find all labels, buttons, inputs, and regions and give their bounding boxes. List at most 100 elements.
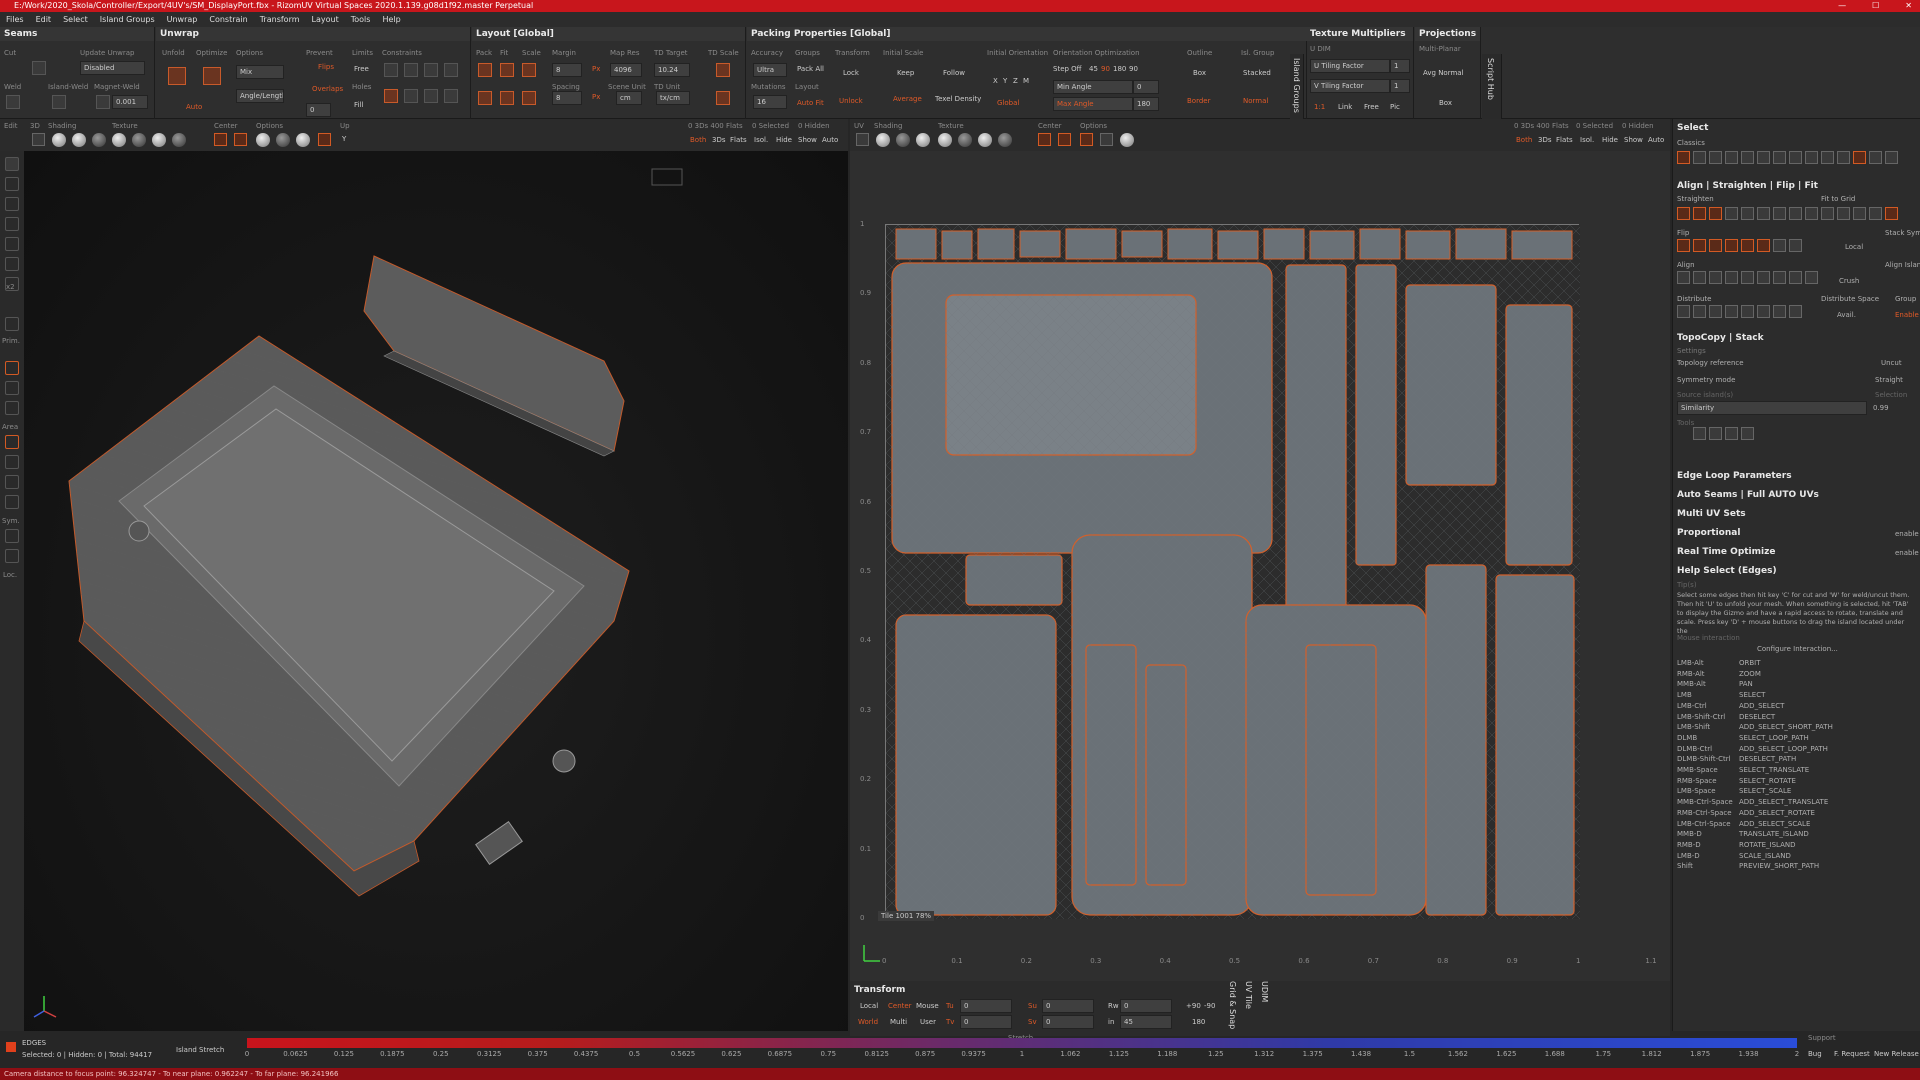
real-time-section-title[interactable]: Real Time Optimize bbox=[1673, 547, 1920, 557]
option-sphere-icon[interactable] bbox=[256, 133, 270, 147]
lock-button[interactable]: Lock bbox=[843, 69, 859, 77]
classics-select-icon[interactable] bbox=[1789, 151, 1802, 164]
in-input[interactable]: 45 bbox=[1120, 1015, 1172, 1029]
straighten-icon[interactable] bbox=[1869, 207, 1882, 220]
classics-select-icon[interactable] bbox=[1773, 151, 1786, 164]
distribute-icon[interactable] bbox=[1757, 305, 1770, 318]
distribute-icon[interactable] bbox=[1741, 305, 1754, 318]
uv-3ds-button[interactable]: 3Ds bbox=[1538, 136, 1552, 144]
straighten-icon[interactable] bbox=[1709, 207, 1722, 220]
material-sphere-icon[interactable] bbox=[152, 133, 166, 147]
center-button[interactable]: Center bbox=[888, 1002, 912, 1010]
align-icon[interactable] bbox=[1773, 271, 1786, 284]
angle-length-select[interactable]: Angle/Length bbox=[236, 89, 284, 103]
classics-select-icon[interactable] bbox=[1693, 151, 1706, 164]
classics-select-icon[interactable] bbox=[1869, 151, 1882, 164]
scene-unit-select[interactable]: cm bbox=[616, 91, 642, 105]
free-button[interactable]: Free bbox=[354, 65, 369, 73]
sv-input[interactable]: 0 bbox=[1042, 1015, 1094, 1029]
min-angle-input[interactable]: 0 bbox=[1133, 80, 1159, 94]
spacing-input[interactable]: 8 bbox=[552, 91, 582, 105]
straighten-icon[interactable] bbox=[1693, 207, 1706, 220]
y-axis-button[interactable]: Y bbox=[1003, 77, 1007, 85]
flip-icon[interactable] bbox=[1709, 239, 1722, 252]
rw-input[interactable]: 0 bbox=[1120, 999, 1172, 1013]
unlock-button[interactable]: Unlock bbox=[839, 97, 863, 105]
diagonal-constraint-icon[interactable] bbox=[424, 63, 438, 77]
unwrap-mode-select[interactable]: Mix bbox=[236, 65, 284, 79]
shading-sphere-icon[interactable] bbox=[52, 133, 66, 147]
align-icon[interactable] bbox=[1709, 271, 1722, 284]
symmetry-icon[interactable] bbox=[5, 529, 19, 543]
select-box-icon[interactable] bbox=[5, 177, 19, 191]
align-icon[interactable] bbox=[1789, 271, 1802, 284]
uv-auto-button[interactable]: Auto bbox=[1648, 136, 1664, 144]
pin-icon[interactable] bbox=[384, 63, 398, 77]
pic-button[interactable]: Pic bbox=[1390, 103, 1400, 111]
select-section-title[interactable]: Select bbox=[1673, 123, 1920, 133]
link-button[interactable]: Link bbox=[1338, 103, 1352, 111]
magnet-weld-input[interactable]: 0.001 bbox=[112, 95, 148, 109]
optimize-icon[interactable] bbox=[203, 67, 221, 85]
menu-edit[interactable]: Edit bbox=[36, 12, 52, 27]
uv-center-pivot-icon[interactable] bbox=[1058, 133, 1071, 146]
symmetry-mode-select[interactable]: Straight bbox=[1875, 376, 1903, 384]
tv-input[interactable]: 0 bbox=[960, 1015, 1012, 1029]
uv-dark-sphere-icon[interactable] bbox=[916, 133, 930, 147]
align-icon[interactable] bbox=[1805, 271, 1818, 284]
grid-snap-tab[interactable]: Grid & Snap bbox=[1228, 981, 1237, 1029]
classics-select-icon[interactable] bbox=[1741, 151, 1754, 164]
checker-sphere-icon[interactable] bbox=[132, 133, 146, 147]
weld-icon[interactable] bbox=[6, 95, 20, 109]
outline-box-button[interactable]: Box bbox=[1193, 69, 1206, 77]
flip-icon[interactable] bbox=[1773, 239, 1786, 252]
follow-button[interactable]: Follow bbox=[943, 69, 965, 77]
local-select[interactable]: Local bbox=[1845, 243, 1863, 251]
uv-rotate-icon[interactable] bbox=[1080, 133, 1093, 146]
uv-hide-button[interactable]: Hide bbox=[1602, 136, 1618, 144]
user-button[interactable]: User bbox=[920, 1018, 936, 1026]
flip-icon[interactable] bbox=[1725, 239, 1738, 252]
keep-button[interactable]: Keep bbox=[897, 69, 914, 77]
straighten-icon[interactable] bbox=[1757, 207, 1770, 220]
classics-select-icon[interactable] bbox=[1757, 151, 1770, 164]
horizontal-constraint-icon[interactable] bbox=[404, 63, 418, 77]
maximize-icon[interactable]: ☐ bbox=[1872, 0, 1879, 12]
up-axis-select[interactable]: Y bbox=[342, 135, 346, 143]
distribute-icon[interactable] bbox=[1773, 305, 1786, 318]
flip-icon[interactable] bbox=[1677, 239, 1690, 252]
straighten-icon[interactable] bbox=[1805, 207, 1818, 220]
map-res-input[interactable]: 4096 bbox=[610, 63, 642, 77]
circle-select-icon[interactable] bbox=[5, 495, 19, 509]
align-icon[interactable] bbox=[1677, 271, 1690, 284]
straighten-icon[interactable] bbox=[1885, 207, 1898, 220]
menu-files[interactable]: Files bbox=[6, 12, 24, 27]
bug-button[interactable]: Bug bbox=[1808, 1050, 1822, 1058]
auto-seams-section-title[interactable]: Auto Seams | Full AUTO UVs bbox=[1673, 490, 1920, 500]
topocopy-tool-icon[interactable] bbox=[1709, 427, 1722, 440]
area-select-icon[interactable] bbox=[5, 435, 19, 449]
v-tiling-input[interactable]: 1 bbox=[1390, 79, 1410, 93]
step-90[interactable]: 90 bbox=[1101, 65, 1110, 73]
z-axis-button[interactable]: Z bbox=[1013, 77, 1018, 85]
menu-unwrap[interactable]: Unwrap bbox=[167, 12, 198, 27]
horizontal-line-icon[interactable] bbox=[444, 63, 458, 77]
uv-center-move-icon[interactable] bbox=[1038, 133, 1051, 146]
outline-border-button[interactable]: Border bbox=[1187, 97, 1210, 105]
texture-sphere-icon[interactable] bbox=[112, 133, 126, 147]
uv-grid-icon[interactable] bbox=[1100, 133, 1113, 146]
classics-select-icon[interactable] bbox=[1821, 151, 1834, 164]
minus-90-button[interactable]: -90 bbox=[1204, 1002, 1215, 1010]
straighten-icon[interactable] bbox=[1741, 207, 1754, 220]
align-icon[interactable] bbox=[1757, 271, 1770, 284]
update-unwrap-select[interactable]: Disabled bbox=[80, 61, 145, 75]
u-tiling-input[interactable]: 1 bbox=[1390, 59, 1410, 73]
minimize-icon[interactable]: — bbox=[1838, 0, 1846, 12]
classics-select-icon[interactable] bbox=[1709, 151, 1722, 164]
td-unit-select[interactable]: tx/cm bbox=[656, 91, 690, 105]
ratio-button[interactable]: 1:1 bbox=[1314, 103, 1325, 111]
help-section-title[interactable]: Help Select (Edges) bbox=[1673, 566, 1920, 576]
local-button[interactable]: Local bbox=[860, 1002, 878, 1010]
classics-select-icon[interactable] bbox=[1677, 151, 1690, 164]
new-release-button[interactable]: New Release bbox=[1874, 1050, 1919, 1058]
